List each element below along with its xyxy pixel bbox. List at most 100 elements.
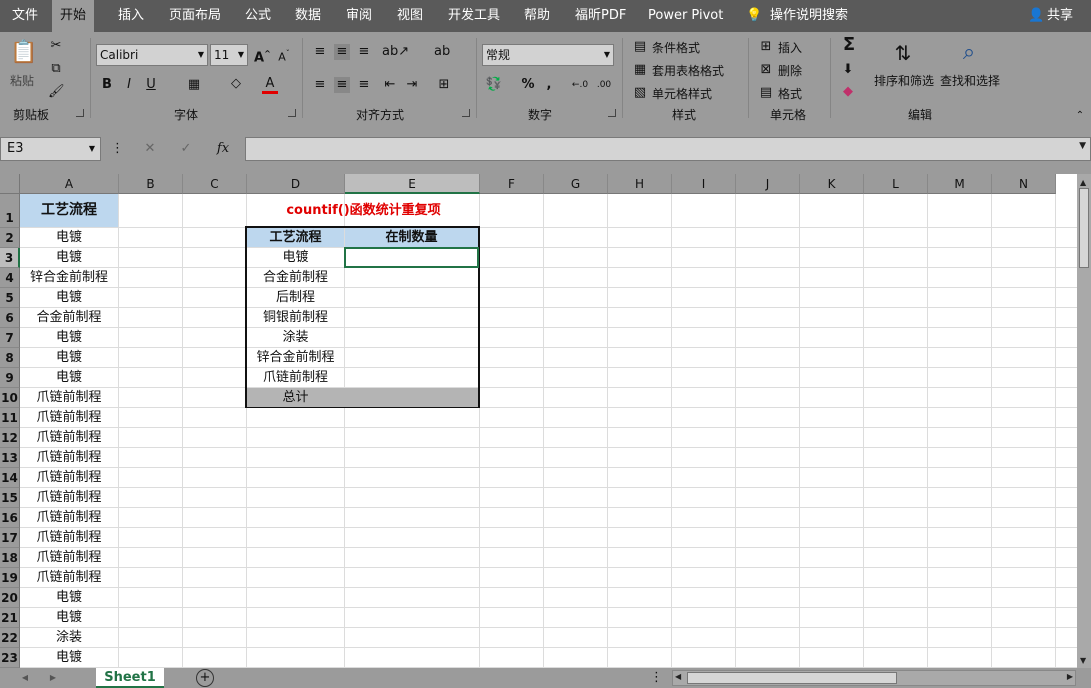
column-header-n[interactable]: N — [992, 174, 1056, 194]
clear-icon[interactable]: ◆ — [840, 84, 856, 100]
wrap-text-icon[interactable]: ab — [434, 44, 450, 60]
row-header-11[interactable]: 11 — [0, 408, 20, 428]
format-as-table-button[interactable]: 套用表格格式 — [652, 62, 724, 79]
table-item-process[interactable]: 后制程 — [247, 288, 344, 307]
row-header-3[interactable]: 3 — [0, 248, 20, 268]
tab-developer[interactable]: 开发工具 — [448, 0, 500, 32]
formula-input[interactable]: ▼ — [245, 137, 1091, 161]
column-header-d[interactable]: D — [247, 174, 345, 194]
clipboard-launcher-icon[interactable] — [76, 109, 84, 117]
row-header-9[interactable]: 9 — [0, 368, 20, 388]
table-item-process[interactable]: 涂装 — [247, 328, 344, 347]
table-item-process[interactable]: 爪链前制程 — [247, 368, 344, 387]
row-header-22[interactable]: 22 — [0, 628, 20, 648]
row-header-5[interactable]: 5 — [0, 288, 20, 308]
find-select-button[interactable]: 查找和选择 — [940, 72, 1000, 89]
column-header-j[interactable]: J — [736, 174, 800, 194]
column-header-m[interactable]: M — [928, 174, 992, 194]
table-item-qty[interactable] — [344, 247, 479, 268]
cell-a20[interactable]: 电镀 — [20, 588, 118, 607]
tab-insert[interactable]: 插入 — [118, 0, 144, 32]
insert-cells-button[interactable]: 插入 — [778, 39, 802, 56]
cell-a9[interactable]: 电镀 — [20, 368, 118, 387]
cell-a14[interactable]: 爪链前制程 — [20, 468, 118, 487]
tab-home[interactable]: 开始 — [52, 0, 95, 32]
font-name-select[interactable]: Calibri ▼ — [96, 44, 208, 66]
format-painter-icon[interactable]: 🖌 — [48, 84, 65, 100]
percent-icon[interactable]: % — [520, 77, 536, 93]
cell-a10[interactable]: 爪链前制程 — [20, 388, 118, 407]
row-header-12[interactable]: 12 — [0, 428, 20, 448]
underline-icon[interactable]: U — [144, 77, 158, 93]
cell-a23[interactable]: 电镀 — [20, 648, 118, 667]
cell-a4[interactable]: 锌合金前制程 — [20, 268, 118, 287]
italic-icon[interactable]: I — [122, 77, 136, 93]
cancel-icon[interactable]: ✕ — [140, 141, 160, 157]
row-header-20[interactable]: 20 — [0, 588, 20, 608]
select-all-button[interactable] — [0, 174, 20, 194]
decrease-decimal-icon[interactable]: .00 — [594, 77, 614, 93]
collapse-ribbon-icon[interactable]: ⌃ — [1074, 108, 1086, 124]
increase-indent-icon[interactable]: ⇥ — [404, 77, 420, 93]
column-header-f[interactable]: F — [480, 174, 544, 194]
insert-cells-icon[interactable]: ⊞ — [758, 39, 774, 55]
column-header-a[interactable]: A — [20, 174, 119, 194]
cell-a1-header[interactable]: 工艺流程 — [20, 194, 118, 227]
align-center-icon[interactable]: ≡ — [334, 77, 350, 93]
sort-filter-button[interactable]: 排序和筛选 — [874, 72, 934, 89]
cut-icon[interactable]: ✂ — [48, 38, 64, 54]
table-item-qty[interactable] — [345, 268, 478, 287]
font-size-select[interactable]: 11 ▼ — [210, 44, 248, 66]
cell-a3[interactable]: 电镀 — [20, 248, 118, 267]
number-launcher-icon[interactable] — [608, 109, 616, 117]
cell-a7[interactable]: 电镀 — [20, 328, 118, 347]
paste-icon[interactable]: 📋 — [10, 38, 38, 70]
merge-center-icon[interactable]: ⊞ — [434, 77, 454, 93]
column-header-k[interactable]: K — [800, 174, 864, 194]
accounting-format-icon[interactable]: 💱 — [484, 77, 504, 93]
column-header-e[interactable]: E — [345, 174, 480, 194]
row-header-4[interactable]: 4 — [0, 268, 20, 288]
table-item-qty[interactable] — [345, 308, 478, 327]
bold-icon[interactable]: B — [100, 77, 114, 93]
conditional-format-button[interactable]: 条件格式 — [652, 39, 700, 56]
add-sheet-icon[interactable]: + — [196, 669, 214, 687]
table-header-wip-qty[interactable]: 在制数量 — [345, 228, 478, 247]
tab-split-icon[interactable]: ⋮ — [650, 670, 663, 686]
tab-file[interactable]: 文件 — [12, 0, 38, 32]
next-sheet-icon[interactable]: ▶ — [48, 670, 58, 686]
table-item-process[interactable]: 电镀 — [247, 248, 344, 267]
table-item-qty[interactable] — [345, 328, 478, 347]
delete-cells-button[interactable]: 删除 — [778, 62, 802, 79]
grow-font-icon[interactable]: A^ — [254, 46, 271, 66]
align-top-icon[interactable]: ≡ — [312, 44, 328, 60]
row-header-15[interactable]: 15 — [0, 488, 20, 508]
tab-power-pivot[interactable]: Power Pivot — [648, 0, 723, 32]
column-header-g[interactable]: G — [544, 174, 608, 194]
row-header-23[interactable]: 23 — [0, 648, 20, 668]
row-header-14[interactable]: 14 — [0, 468, 20, 488]
row-header-7[interactable]: 7 — [0, 328, 20, 348]
cell-a13[interactable]: 爪链前制程 — [20, 448, 118, 467]
table-total-label[interactable]: 总计 — [247, 388, 344, 407]
cell-a8[interactable]: 电镀 — [20, 348, 118, 367]
table-item-process[interactable]: 合金前制程 — [247, 268, 344, 287]
table-item-qty[interactable] — [345, 288, 478, 307]
more-icon[interactable]: ⋮ — [111, 141, 124, 157]
alignment-launcher-icon[interactable] — [462, 109, 470, 117]
cell-a5[interactable]: 电镀 — [20, 288, 118, 307]
align-right-icon[interactable]: ≡ — [356, 77, 372, 93]
conditional-format-icon[interactable]: ▤ — [632, 39, 648, 55]
table-item-process[interactable]: 铜银前制程 — [247, 308, 344, 327]
cell-a17[interactable]: 爪链前制程 — [20, 528, 118, 547]
table-item-qty[interactable] — [345, 368, 478, 387]
table-title[interactable]: countif()函数统计重复项 — [247, 194, 480, 228]
format-as-table-icon[interactable]: ▦ — [632, 62, 648, 78]
fill-icon[interactable]: ⬇ — [840, 62, 856, 78]
share-button[interactable]: 共享 — [1047, 0, 1073, 32]
decrease-indent-icon[interactable]: ⇤ — [382, 77, 398, 93]
format-cells-button[interactable]: 格式 — [778, 85, 802, 102]
tell-me-search[interactable]: 操作说明搜索 — [770, 0, 848, 32]
worksheet-grid[interactable]: A B C D E F G H I J K L M N 1 2 3 4 5 6 7 8 9 10 11 12 13 14 15 16 17 1… — [0, 174, 1077, 668]
row-header-6[interactable]: 6 — [0, 308, 20, 328]
